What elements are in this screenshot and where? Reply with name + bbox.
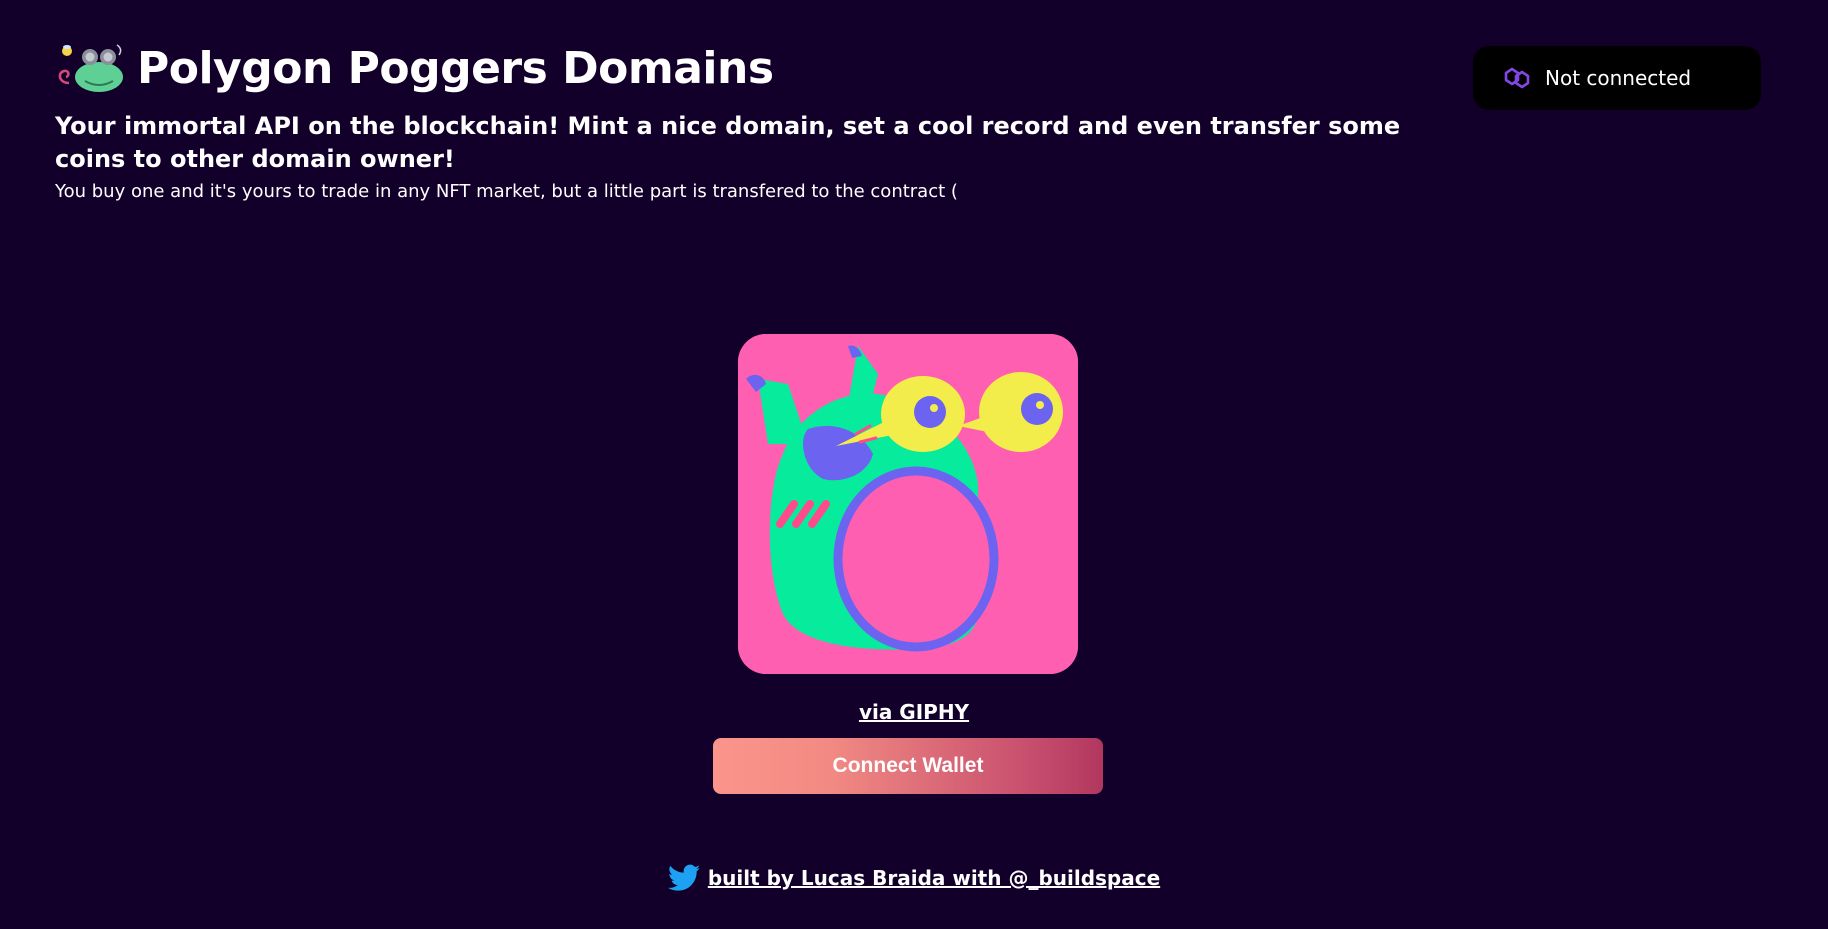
- tagline: Your immortal API on the blockchain! Min…: [55, 112, 1401, 173]
- monster-illustration: [738, 334, 1078, 674]
- polygon-icon: [1504, 67, 1530, 89]
- title-row: Polygon Poggers Domains: [55, 38, 1455, 100]
- subtext: You buy one and it's yours to trade in a…: [55, 181, 958, 202]
- frog-logo-icon: [58, 44, 123, 92]
- footer: built by Lucas Braida with @_buildspace: [0, 864, 1828, 892]
- connect-wallet-button[interactable]: Connect Wallet: [713, 738, 1103, 794]
- header: Polygon Poggers Domains Your immortal AP…: [55, 38, 1455, 205]
- page-title: Polygon Poggers Domains: [137, 43, 774, 94]
- giphy-link[interactable]: via GIPHY: [0, 700, 1828, 724]
- footer-credit-link[interactable]: built by Lucas Braida with @_buildspace: [708, 866, 1160, 890]
- page: Polygon Poggers Domains Your immortal AP…: [0, 0, 1828, 929]
- wallet-status-label: Not connected: [1545, 66, 1692, 90]
- giphy-image: [738, 334, 1078, 674]
- wallet-status-badge[interactable]: Not connected: [1473, 46, 1761, 110]
- twitter-icon: [667, 864, 700, 891]
